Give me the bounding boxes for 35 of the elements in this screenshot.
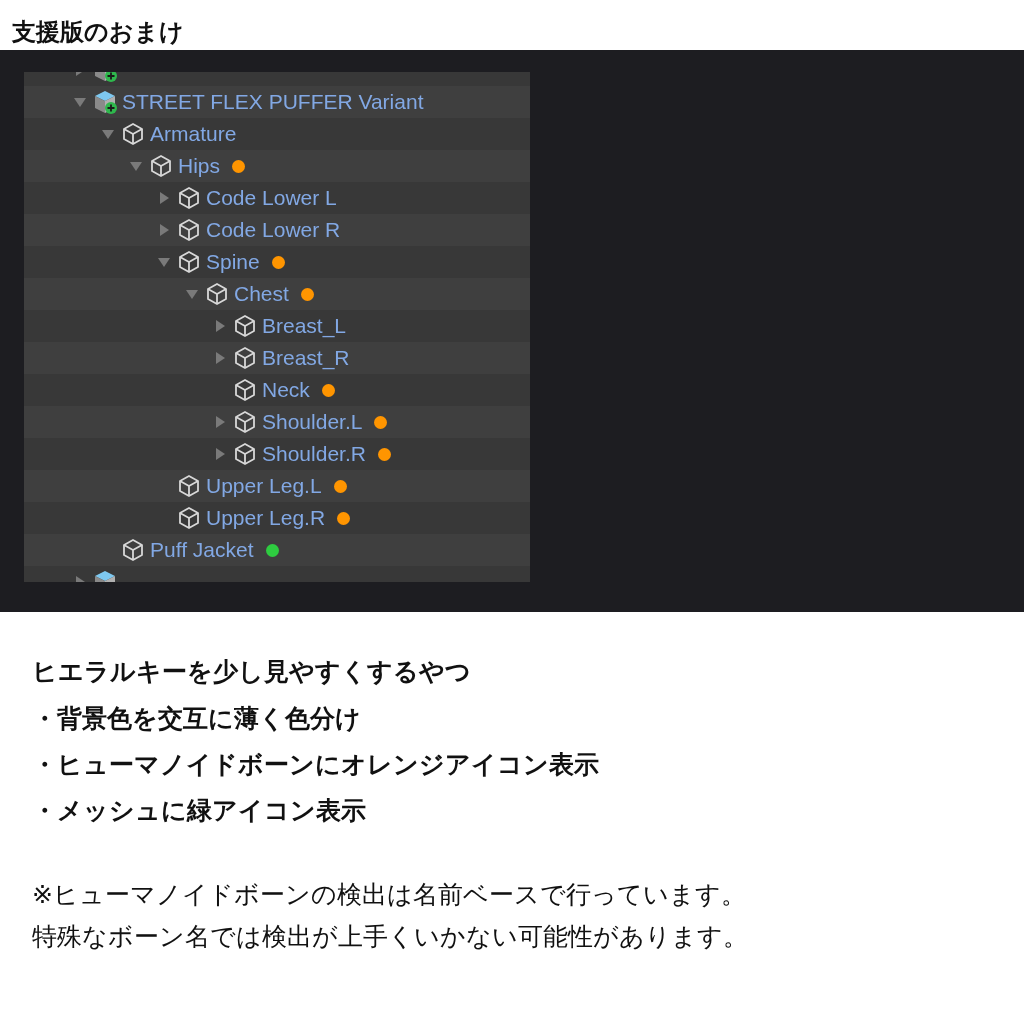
page-title: 支援版のおまけ	[11, 17, 185, 48]
cube-icon	[232, 313, 258, 339]
cube-icon	[176, 185, 202, 211]
cube-icon	[232, 345, 258, 371]
tree-item-label[interactable]: Hips	[178, 154, 220, 178]
heading: ヒエラルキーを少し見やすくするやつ	[32, 656, 472, 688]
cube-icon	[120, 121, 146, 147]
prefab-icon	[92, 89, 118, 115]
cube-icon	[232, 377, 258, 403]
cube-icon	[120, 537, 146, 563]
cube-icon	[232, 441, 258, 467]
cube-icon	[232, 409, 258, 435]
tree-item-label[interactable]: Upper Leg.L	[206, 474, 322, 498]
bullet-item: ・メッシュに緑アイコン表示	[32, 795, 367, 827]
cube-icon	[176, 473, 202, 499]
bullet-item: ・背景色を交互に薄く色分け	[32, 703, 362, 735]
cube-icon	[176, 249, 202, 275]
note-text: 特殊なボーン名では検出が上手くいかない可能性があります。	[32, 921, 749, 953]
cube-icon	[176, 217, 202, 243]
note-text: ※ヒューマノイドボーンの検出は名前ベースで行っています。	[32, 879, 747, 911]
tree-item-label[interactable]: Puff Jacket	[150, 538, 254, 562]
cube-icon	[148, 153, 174, 179]
tree-item-label[interactable]: Breast_R	[262, 346, 350, 370]
cube-icon	[176, 505, 202, 531]
tree-item-label[interactable]: Armature	[150, 122, 237, 146]
tree-item-label[interactable]: Shoulder.R	[262, 442, 366, 466]
bullet-item: ・ヒューマノイドボーンにオレンジアイコン表示	[32, 749, 600, 781]
tree-item-label[interactable]: Spine	[206, 250, 260, 274]
tree-item-label[interactable]: Breast_L	[262, 314, 347, 338]
tree-item-label[interactable]: Chest	[234, 282, 289, 306]
tree-item-label[interactable]: Neck	[262, 378, 310, 402]
tree-item-label[interactable]: Code Lower L	[206, 186, 337, 210]
cube-icon	[204, 281, 230, 307]
tree-item-label[interactable]: Shoulder.L	[262, 410, 363, 434]
tree-item-label[interactable]: Upper Leg.R	[206, 506, 326, 530]
